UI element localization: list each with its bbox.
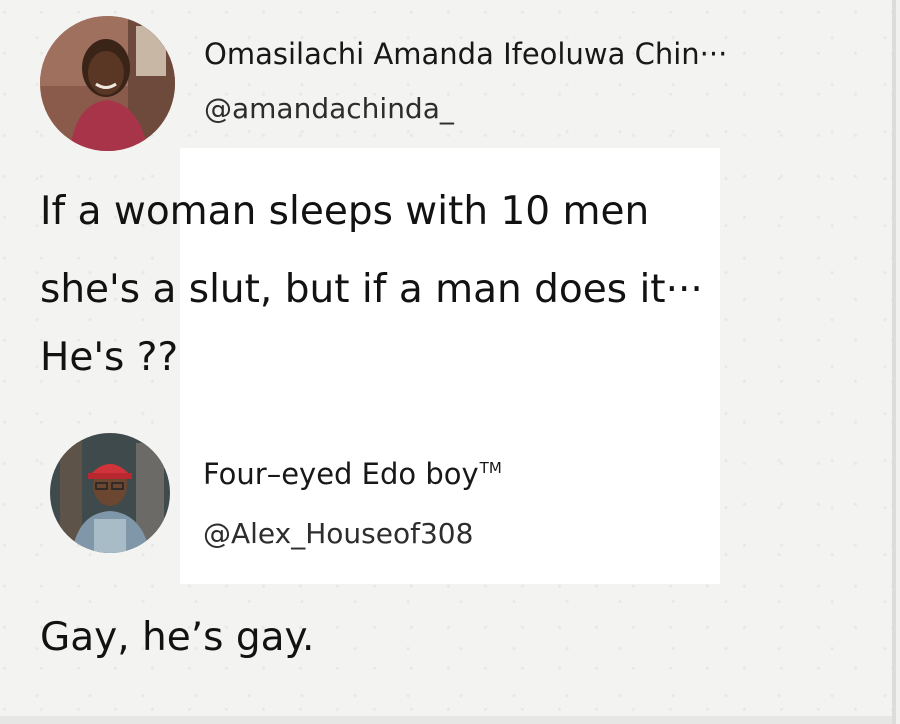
avatar-amanda[interactable] <box>40 16 175 151</box>
bottom-divider <box>0 716 892 724</box>
screenshot-frame: Omasilachi Amanda Ifeoluwa Chin··· @aman… <box>0 0 896 724</box>
tweet-text-line-1: If a woman sleeps with 10 men <box>40 189 650 234</box>
display-name-alex-text: Four–eyed Edo boy <box>203 457 479 491</box>
tweet-text-line-3: He's ?? <box>40 335 179 380</box>
reply-text: Gay, he’s gay. <box>40 615 315 660</box>
display-name-alex[interactable]: Four–eyed Edo boyTM <box>203 457 502 491</box>
tweet-text-line-2: she's a slut, but if a man does it··· <box>40 267 703 312</box>
handle-amanda[interactable]: @amandachinda_ <box>204 92 454 125</box>
profile-photo-woman-icon <box>40 16 175 151</box>
avatar-alex[interactable] <box>50 433 170 553</box>
profile-photo-man-icon <box>50 433 170 553</box>
display-name-amanda[interactable]: Omasilachi Amanda Ifeoluwa Chin··· <box>204 37 727 71</box>
handle-alex[interactable]: @Alex_Houseof308 <box>203 517 473 550</box>
trademark-mark: TM <box>479 459 502 478</box>
